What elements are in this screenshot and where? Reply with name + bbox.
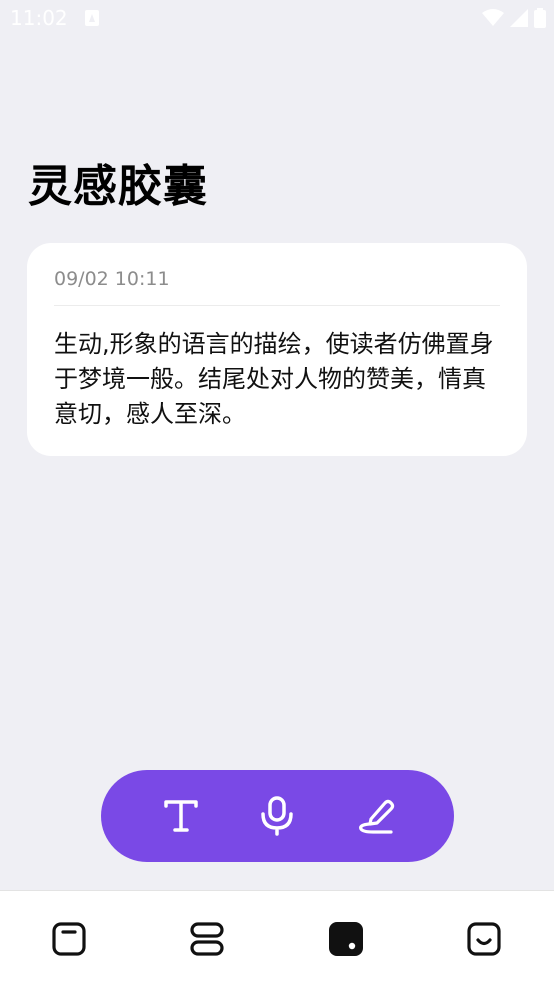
note-card[interactable]: 09/02 10:11 生动,形象的语言的描绘，使读者仿佛置身于梦境一般。结尾处… <box>27 243 527 456</box>
note-body: 生动,形象的语言的描绘，使读者仿佛置身于梦境一般。结尾处对人物的赞美，情真意切，… <box>54 330 494 428</box>
page-title: 灵感胶囊 <box>28 161 208 212</box>
battery-icon <box>534 8 546 28</box>
note-date: 09/02 10:11 <box>54 268 170 290</box>
list-icon <box>190 922 224 956</box>
text-icon <box>164 800 198 832</box>
bottom-nav <box>0 890 554 985</box>
smile-icon <box>467 922 501 956</box>
status-time: 11:02 <box>10 6 68 30</box>
handwriting-input-button[interactable] <box>355 794 399 838</box>
notification-icon <box>85 10 99 26</box>
nav-notes[interactable] <box>49 919 89 959</box>
capsule-icon <box>329 922 363 956</box>
text-input-button[interactable] <box>159 794 203 838</box>
handwriting-icon <box>359 799 395 834</box>
note-divider <box>54 305 500 306</box>
wifi-icon <box>482 9 504 26</box>
nav-capsule[interactable] <box>326 919 366 959</box>
input-toolbar <box>101 770 454 862</box>
note-icon <box>52 922 86 956</box>
status-bar: 11:02 <box>0 0 554 36</box>
nav-profile[interactable] <box>464 919 504 959</box>
voice-input-button[interactable] <box>255 794 299 838</box>
status-icons <box>482 8 546 28</box>
nav-list[interactable] <box>187 919 227 959</box>
signal-icon <box>510 9 528 27</box>
microphone-icon <box>261 796 293 836</box>
